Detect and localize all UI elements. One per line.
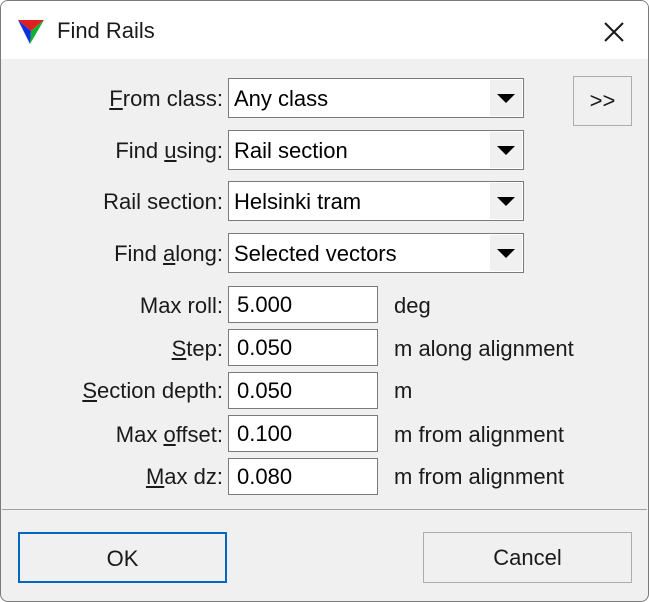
label-text: ax dz: [164,464,223,489]
find-rails-dialog: Find Rails From class: Any class >> Find… [0,0,649,602]
find-along-value: Selected vectors [234,241,397,266]
chevron-down-icon[interactable] [490,80,522,116]
section-depth-value: 0.050 [237,378,293,403]
chevron-down-icon[interactable] [490,235,522,271]
max-offset-label: Max offset: [1,422,223,448]
max-dz-label: Max dz: [1,464,223,490]
find-using-label: Find using: [1,138,223,164]
from-class-select[interactable]: Any class [228,78,524,118]
section-depth-input[interactable]: 0.050 [228,372,378,409]
label-text: Find [114,241,164,266]
label-accelerator: u [164,138,177,163]
label-text: rom class: [122,86,223,111]
find-along-select[interactable]: Selected vectors [228,233,524,273]
chevron-down-icon[interactable] [490,183,522,219]
label-accelerator: S [82,378,98,403]
title-bar: Find Rails [1,1,648,59]
from-class-label: From class: [1,86,223,112]
max-offset-value: 0.100 [237,421,293,446]
label-accelerator: a [163,241,176,266]
from-class-value: Any class [234,86,329,111]
step-unit: m along alignment [394,336,574,361]
max-dz-unit: m from alignment [394,464,564,489]
find-using-value: Rail section [234,138,348,163]
max-offset-input[interactable]: 0.100 [228,415,378,452]
label-text: ffset: [175,422,223,447]
section-depth-label: Section depth: [1,378,223,404]
close-icon[interactable] [597,15,631,49]
max-roll-label: Max roll: [139,293,223,318]
label-text: tep: [186,336,223,361]
label-text: Max [115,422,164,447]
label-accelerator: o [163,422,176,447]
find-using-select[interactable]: Rail section [228,130,524,170]
more-button[interactable]: >> [573,76,632,126]
cancel-button[interactable]: Cancel [423,532,632,583]
max-dz-value: 0.080 [237,464,293,489]
rail-section-select[interactable]: Helsinki tram [228,181,524,221]
max-roll-input[interactable]: 5.000 [228,286,378,323]
step-input[interactable]: 0.050 [228,329,378,366]
label-accelerator: S [171,336,187,361]
max-offset-unit: m from alignment [394,422,564,447]
label-accelerator: M [145,464,165,489]
find-along-label: Find along: [1,241,223,267]
step-value: 0.050 [237,335,293,360]
ok-button[interactable]: OK [18,532,227,583]
rail-section-label: Rail section: [103,189,223,214]
app-icon [18,20,44,44]
label-text: long: [175,241,223,266]
max-dz-input[interactable]: 0.080 [228,458,378,495]
chevron-down-icon[interactable] [490,132,522,168]
label-text: Find [115,138,165,163]
step-label: Step: [1,336,223,362]
max-roll-value: 5.000 [237,292,293,317]
rail-section-value: Helsinki tram [234,189,362,214]
section-depth-unit: m [394,378,413,403]
window-title: Find Rails [57,18,155,43]
label-accelerator: F [109,86,123,111]
label-text: ection depth: [97,378,223,403]
divider [2,509,647,510]
max-roll-unit: deg [394,293,431,318]
label-text: sing: [176,138,223,163]
